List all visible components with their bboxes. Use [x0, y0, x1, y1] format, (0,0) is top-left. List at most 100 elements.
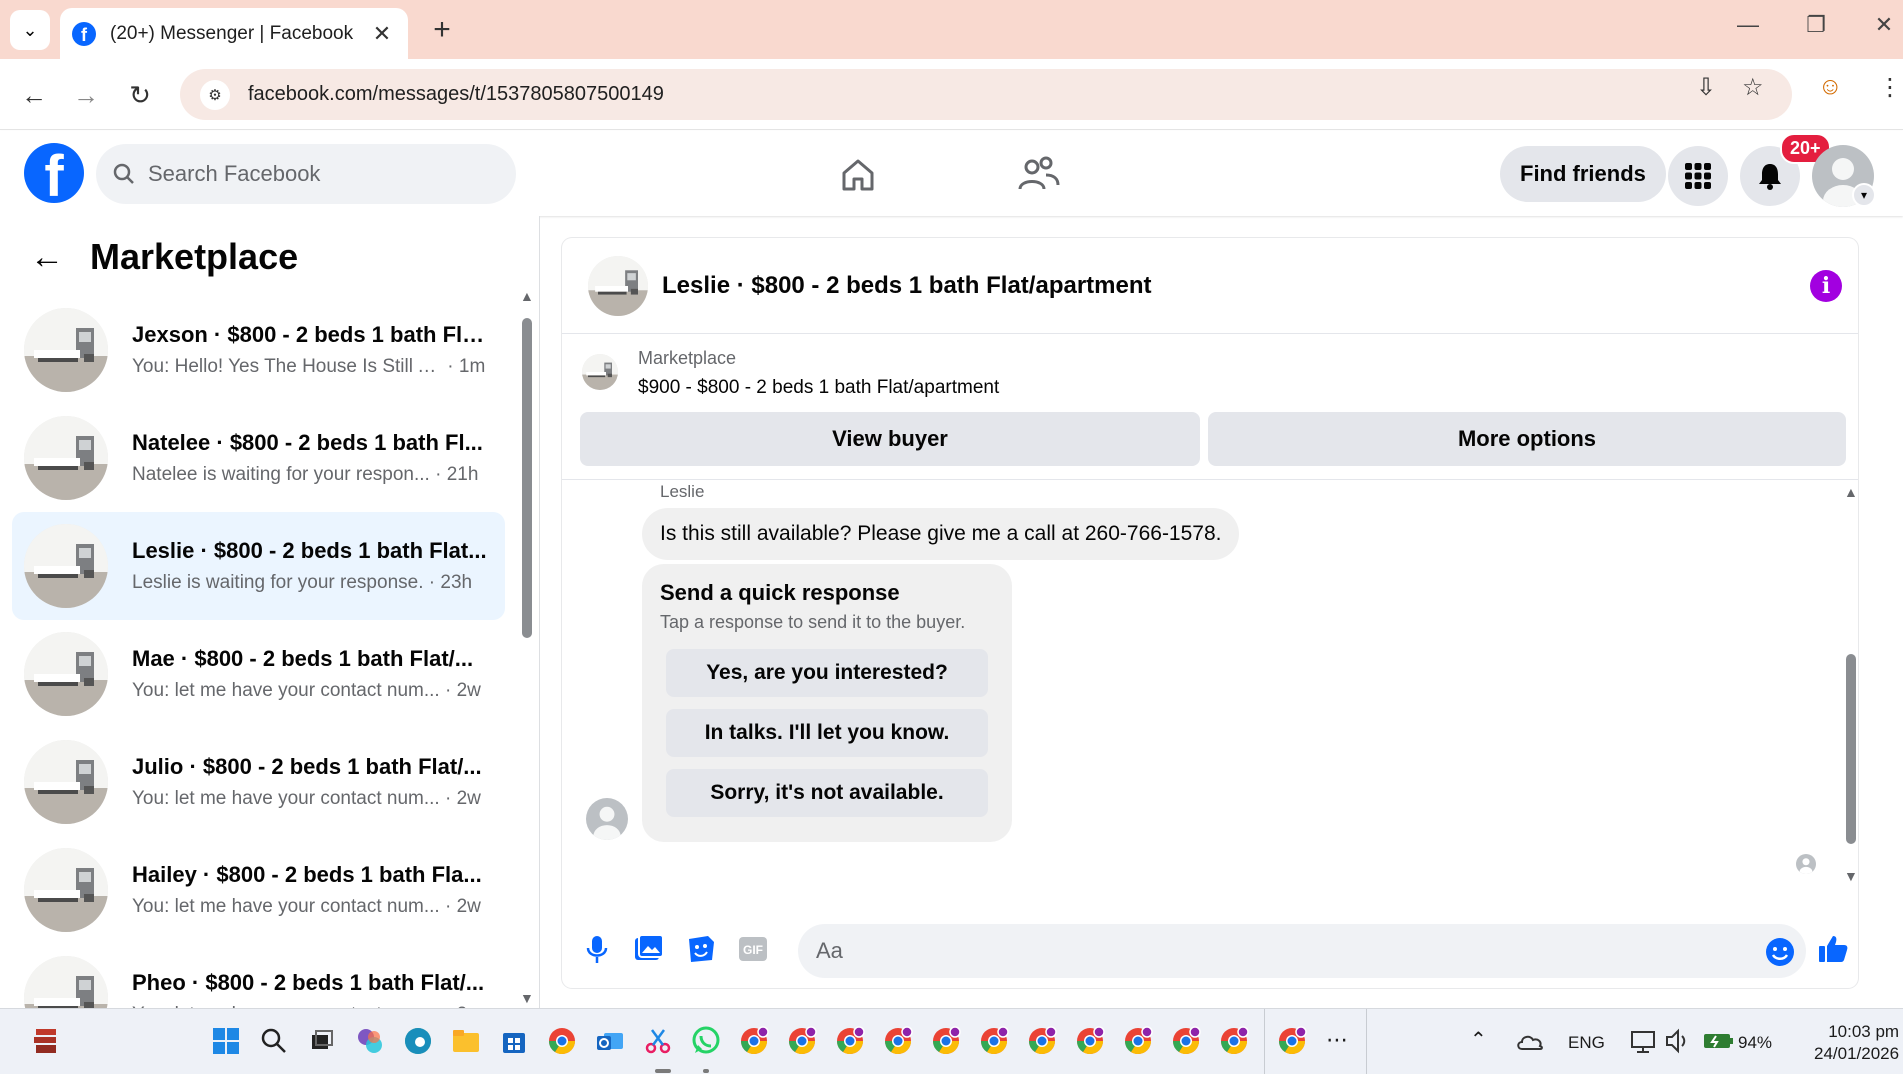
- taskbar-separator: [1264, 1009, 1265, 1074]
- chrome-profile-icon[interactable]: [1122, 1025, 1154, 1057]
- chrome-profile-icon[interactable]: [882, 1025, 914, 1057]
- system-clock[interactable]: 10:03 pm 24/01/2026: [1814, 1021, 1899, 1065]
- scrollbar-thumb[interactable]: [522, 318, 532, 638]
- conversation-item[interactable]: Hailey · $800 - 2 beds 1 bath Fla... You:…: [12, 836, 505, 944]
- browser-menu-icon[interactable]: ⋮: [1878, 73, 1902, 102]
- sender-avatar[interactable]: [586, 798, 628, 840]
- windows-start-icon[interactable]: [210, 1025, 242, 1057]
- close-tab-icon[interactable]: ✕: [368, 21, 396, 47]
- find-friends-button[interactable]: Find friends: [1500, 146, 1666, 202]
- chrome-profile-icon[interactable]: [1026, 1025, 1058, 1057]
- quick-response-in-talks[interactable]: In talks. I'll let you know.: [666, 709, 988, 757]
- copilot-icon[interactable]: [354, 1025, 386, 1057]
- conversation-item[interactable]: Jexson · $800 - 2 beds 1 bath Fla... You:…: [12, 296, 505, 404]
- info-icon[interactable]: i: [1810, 270, 1842, 302]
- view-buyer-button[interactable]: View buyer: [580, 412, 1200, 466]
- microsoft-store-icon[interactable]: [498, 1025, 530, 1057]
- site-settings-icon[interactable]: ⚙: [200, 79, 230, 110]
- address-bar[interactable]: ⚙ facebook.com/messages/t/15378058075001…: [180, 69, 1792, 120]
- language-indicator[interactable]: ENG: [1568, 1033, 1605, 1053]
- friends-icon[interactable]: [1014, 151, 1062, 199]
- message-bubble[interactable]: Is this still available? Please give me …: [642, 508, 1240, 560]
- file-explorer-icon[interactable]: [450, 1025, 482, 1057]
- emoji-icon[interactable]: [1764, 936, 1796, 968]
- more-options-button[interactable]: More options: [1208, 412, 1846, 466]
- account-menu-chevron-icon[interactable]: ▾: [1852, 183, 1876, 207]
- network-icon[interactable]: [1628, 1025, 1660, 1057]
- close-window-button[interactable]: ✕: [1864, 12, 1903, 38]
- chrome-profile-icon[interactable]: [978, 1025, 1010, 1057]
- home-icon[interactable]: [834, 151, 882, 199]
- conversation-item[interactable]: Natelee · $800 - 2 beds 1 bath Fl... Nate…: [12, 404, 505, 512]
- scroll-down-arrow-icon[interactable]: ▼: [1844, 868, 1858, 884]
- new-tab-button[interactable]: +: [424, 12, 460, 48]
- snipping-tool-icon[interactable]: [642, 1025, 674, 1057]
- conversation-name: Pheo · $800 - 2 beds 1 bath Flat/...: [132, 970, 485, 995]
- conversation-item[interactable]: Mae · $800 - 2 beds 1 bath Flat/... You: …: [12, 620, 505, 728]
- search-icon[interactable]: [258, 1025, 290, 1057]
- scroll-up-arrow-icon[interactable]: ▲: [520, 288, 534, 304]
- chrome-icon[interactable]: [546, 1025, 578, 1057]
- forward-button[interactable]: →: [66, 75, 106, 115]
- stacked-books-icon[interactable]: [30, 1025, 62, 1057]
- search-input[interactable]: [148, 161, 478, 187]
- scroll-down-arrow-icon[interactable]: ▼: [520, 990, 534, 1006]
- conversation-list: Jexson · $800 - 2 beds 1 bath Fla... You:…: [12, 296, 505, 1008]
- listing-title: $900 - $800 - 2 beds 1 bath Flat/apartme…: [638, 377, 1000, 398]
- chrome-profile-icon[interactable]: [930, 1025, 962, 1057]
- sidebar-header: ← Marketplace: [30, 236, 298, 278]
- volume-icon[interactable]: [1662, 1025, 1694, 1057]
- tab-search-button[interactable]: ⌄: [10, 10, 50, 50]
- photo-icon[interactable]: [632, 932, 666, 966]
- chrome-profile-icon[interactable]: [834, 1025, 866, 1057]
- task-view-icon[interactable]: [306, 1025, 338, 1057]
- conversation-item[interactable]: Leslie · $800 - 2 beds 1 bath Flat... Les…: [12, 512, 505, 620]
- onedrive-cloud-icon[interactable]: [1514, 1025, 1546, 1057]
- conversation-last-message: You: Hello! Yes The House Is Still A...: [132, 356, 442, 377]
- browser-tab[interactable]: f (20+) Messenger | Facebook ✕: [60, 8, 408, 59]
- search-box[interactable]: [96, 144, 516, 204]
- chrome-profile-icon[interactable]: [1276, 1025, 1308, 1057]
- reload-button[interactable]: ↻: [120, 75, 160, 115]
- listing-thumbnail[interactable]: [588, 256, 648, 316]
- edge-browser-icon[interactable]: [402, 1025, 434, 1057]
- scrollbar-thumb[interactable]: [1846, 654, 1856, 844]
- minimize-button[interactable]: —: [1728, 12, 1768, 38]
- menu-button[interactable]: [1668, 146, 1728, 206]
- chrome-profile-icon[interactable]: [1074, 1025, 1106, 1057]
- chrome-profile-icon[interactable]: [738, 1025, 770, 1057]
- like-thumbs-up-icon[interactable]: [1816, 932, 1850, 966]
- restore-button[interactable]: ❐: [1796, 12, 1836, 38]
- battery-charging-icon[interactable]: [1702, 1025, 1734, 1057]
- chat-header: Leslie · $800 - 2 beds 1 bath Flat/apart…: [562, 238, 1858, 334]
- chrome-profile-icon[interactable]: [786, 1025, 818, 1057]
- chrome-profile-icon[interactable]: [1218, 1025, 1250, 1057]
- back-arrow-icon[interactable]: ←: [30, 238, 64, 277]
- back-button[interactable]: ←: [14, 75, 54, 115]
- message-input[interactable]: [816, 938, 1716, 964]
- sidebar-scrollbar[interactable]: ▲ ▼: [520, 288, 534, 1008]
- chrome-profile-icon[interactable]: [1170, 1025, 1202, 1057]
- listing-summary[interactable]: Marketplace $900 - $800 - 2 beds 1 bath …: [582, 348, 999, 399]
- message-field[interactable]: [798, 924, 1806, 978]
- divider: [562, 479, 1858, 480]
- scroll-up-arrow-icon[interactable]: ▲: [1844, 484, 1858, 500]
- profile-icon[interactable]: ☺: [1818, 73, 1843, 101]
- sticker-icon[interactable]: [684, 932, 718, 966]
- conversation-time: 1m: [458, 356, 486, 377]
- chat-scrollbar[interactable]: ▲ ▼: [1844, 484, 1858, 884]
- bookmark-star-icon[interactable]: ☆: [1742, 73, 1764, 102]
- conversation-item[interactable]: Julio · $800 - 2 beds 1 bath Flat/... You…: [12, 728, 505, 836]
- whatsapp-icon[interactable]: [690, 1025, 722, 1057]
- install-app-icon[interactable]: ⇩: [1696, 73, 1716, 102]
- more-apps-icon[interactable]: ⋯: [1326, 1027, 1348, 1053]
- gif-icon[interactable]: GIF: [736, 932, 770, 966]
- microphone-icon[interactable]: [580, 932, 614, 966]
- quick-response-not-available[interactable]: Sorry, it's not available.: [666, 769, 988, 817]
- outlook-icon[interactable]: [594, 1025, 626, 1057]
- facebook-logo[interactable]: f: [24, 143, 84, 203]
- quick-response-yes[interactable]: Yes, are you interested?: [666, 649, 988, 697]
- show-hidden-icons-icon[interactable]: ⌃: [1470, 1027, 1487, 1052]
- conversation-item[interactable]: Pheo · $800 - 2 beds 1 bath Flat/...You:…: [12, 944, 505, 1008]
- chat-title[interactable]: Leslie · $800 - 2 beds 1 bath Flat/apart…: [662, 272, 1152, 300]
